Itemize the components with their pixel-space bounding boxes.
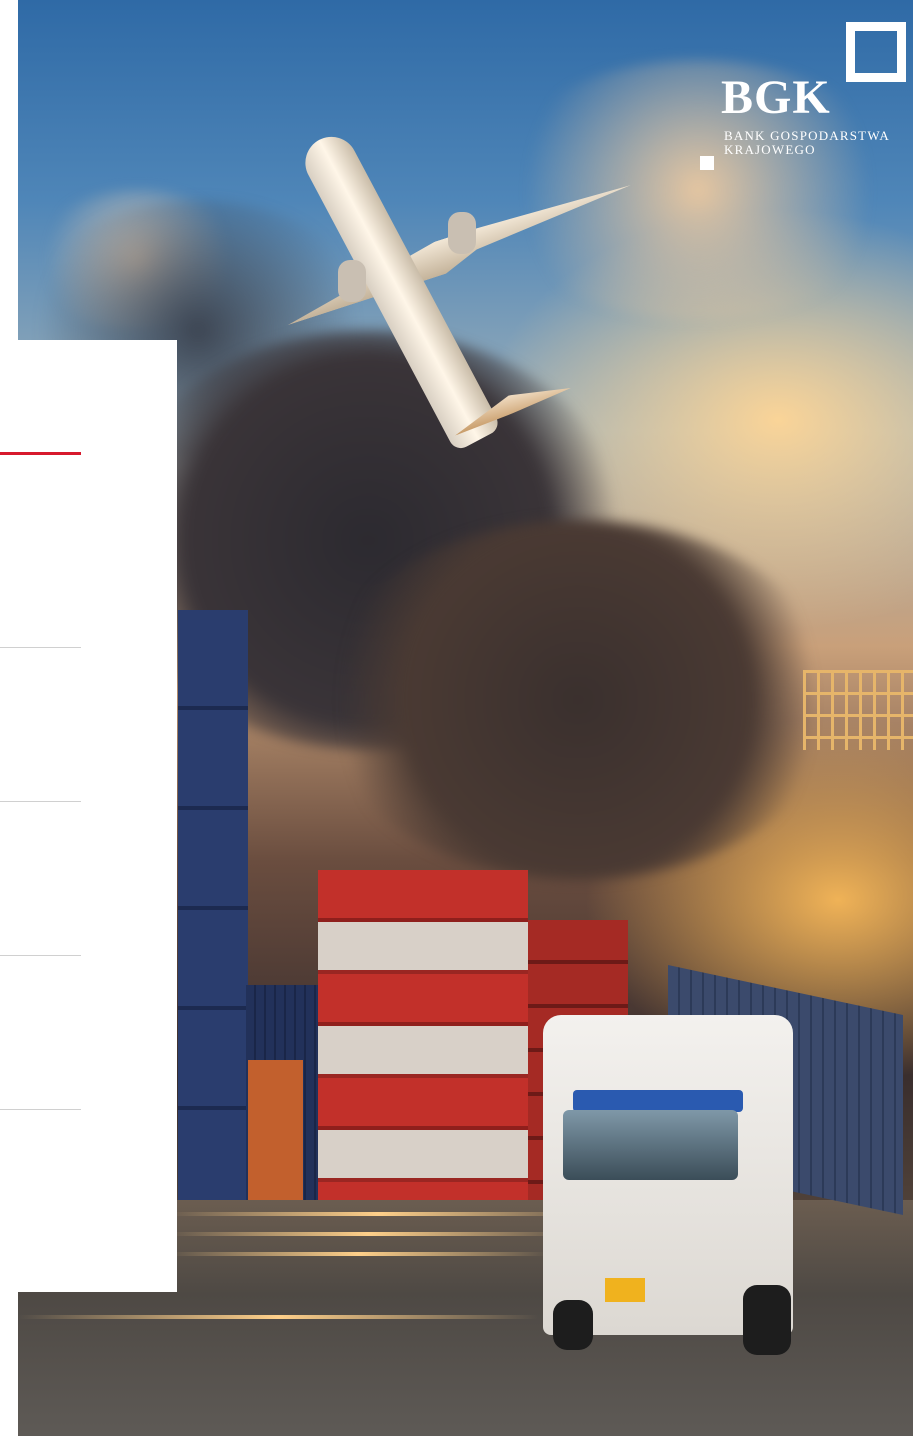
logo-dot-icon — [700, 156, 714, 170]
container-stack-red — [318, 870, 528, 1210]
light-streak — [168, 1212, 588, 1216]
container-orange — [248, 1060, 303, 1210]
accent-divider — [0, 452, 81, 455]
logo-line2: KRAJOWEGO — [724, 142, 816, 157]
section-divider — [0, 801, 81, 802]
section-divider — [0, 955, 81, 956]
light-streak — [168, 1252, 548, 1256]
airplane-engine — [338, 260, 366, 302]
storm-cloud — [318, 520, 838, 880]
content-panel — [0, 340, 177, 1292]
truck-windshield — [563, 1110, 738, 1180]
logo-line1: BANK GOSPODARSTWA — [724, 128, 890, 143]
truck-wheel — [553, 1300, 593, 1350]
section-divider — [0, 647, 81, 648]
light-streak — [18, 1315, 538, 1319]
truck-visor — [573, 1090, 743, 1112]
airplane-engine — [448, 212, 476, 254]
logo-abbreviation: BGK — [721, 71, 831, 124]
container-stack-blue — [178, 610, 248, 1230]
truck-wheel — [743, 1285, 791, 1355]
truck-license-plate — [605, 1278, 645, 1302]
light-streak — [168, 1232, 568, 1236]
logo-full-name: BANK GOSPODARSTWA KRAJOWEGO — [724, 129, 890, 157]
logo-square-icon — [846, 22, 906, 82]
section-divider — [0, 1109, 81, 1110]
port-crane — [803, 670, 913, 750]
bgk-logo: BGK BANK GOSPODARSTWA KRAJOWEGO — [700, 22, 913, 182]
